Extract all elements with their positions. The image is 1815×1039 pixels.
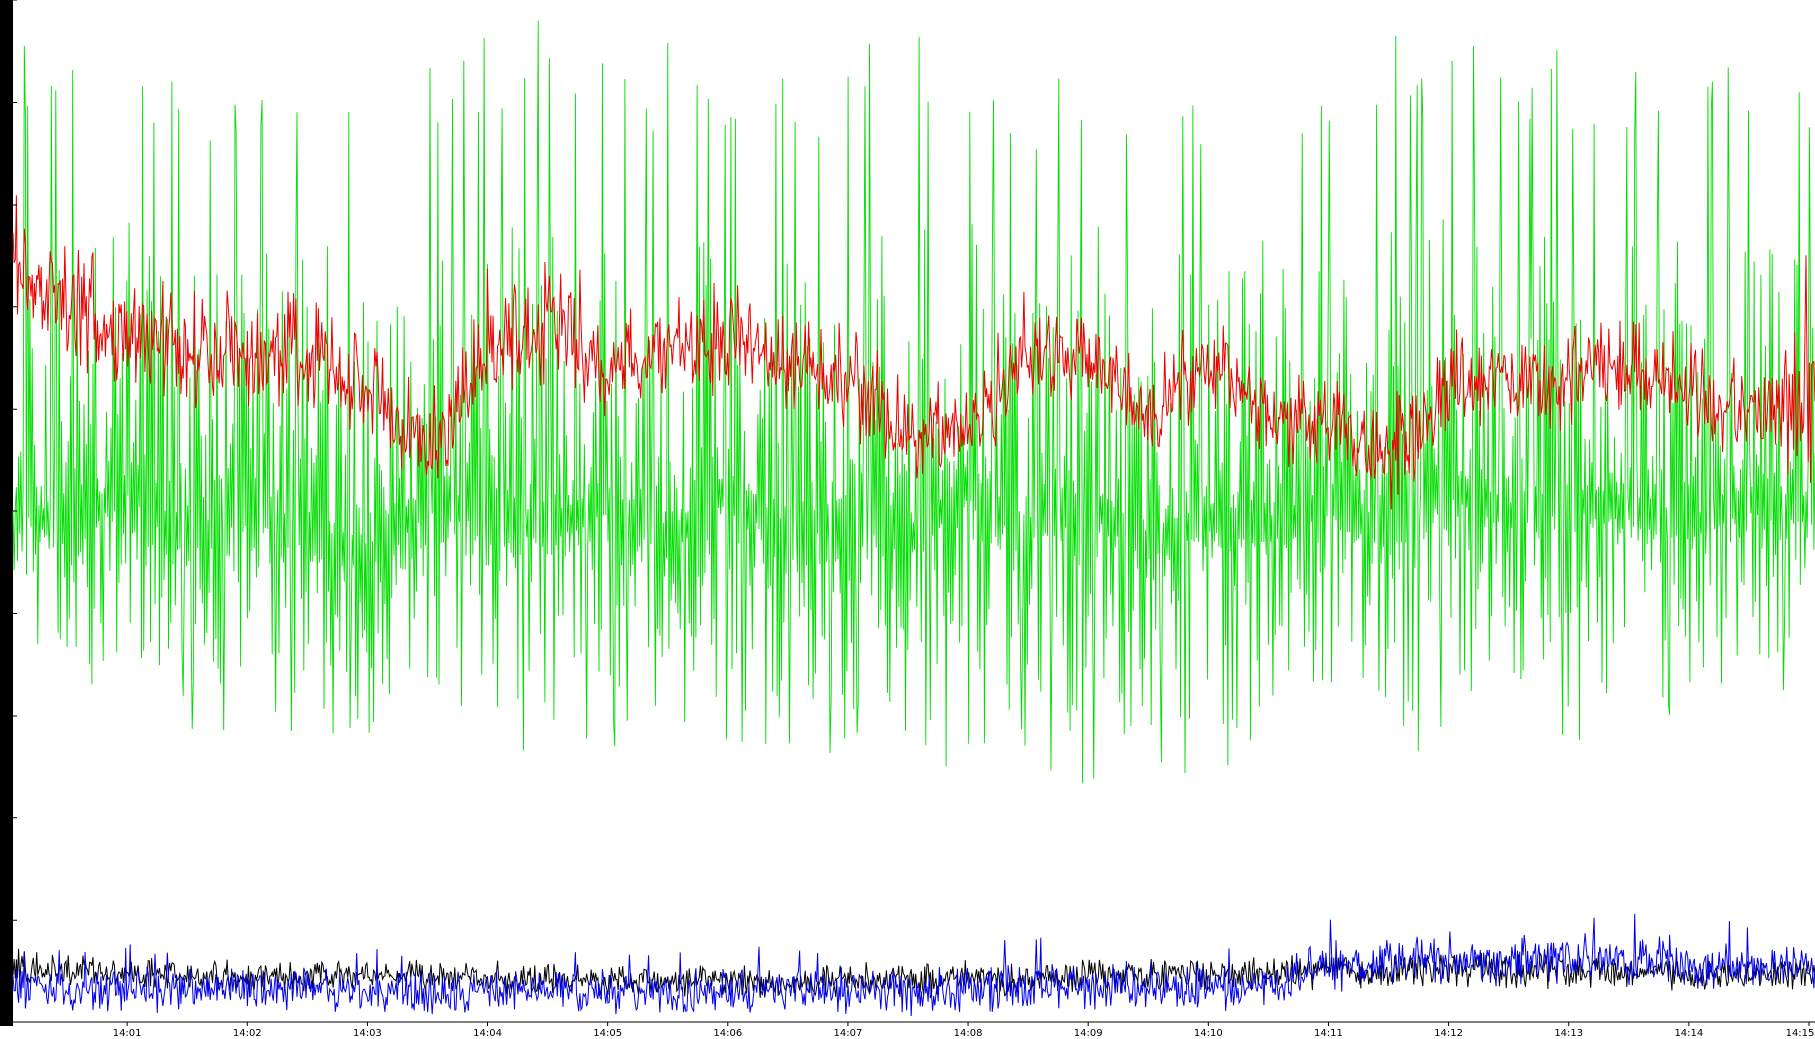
y-tick-label: 1376 bbox=[2, 1, 13, 26]
y-tick-label: 963 bbox=[2, 297, 13, 316]
y-tick-label: 550 bbox=[2, 604, 13, 623]
x-tick-label: 14:06 bbox=[713, 1028, 742, 1039]
y-tick-label: 137 bbox=[2, 911, 13, 930]
x-tick-label: 14:04 bbox=[473, 1028, 502, 1039]
x-tick-label: 14:10 bbox=[1194, 1028, 1223, 1039]
x-tick-label: 14:09 bbox=[1074, 1028, 1103, 1039]
x-tick-label: 14:08 bbox=[954, 1028, 983, 1039]
time-series-chart: 0 137 275 412 550 688 825 963 1100 1238 1376 14:01… bbox=[0, 0, 1815, 1039]
chart-canvas: 0 137 275 412 550 688 825 963 1100 1238 1376 14:01… bbox=[0, 0, 1815, 1039]
x-axis-ticks: 14:01 14:02 14:03 14:04 14:05 14:06 14:07 14:08… bbox=[113, 1022, 1815, 1039]
y-tick-label: 1238 bbox=[2, 90, 13, 115]
x-tick-label: 14:13 bbox=[1554, 1028, 1583, 1039]
y-tick-label: 275 bbox=[2, 808, 13, 827]
x-tick-label: 14:14 bbox=[1674, 1028, 1703, 1039]
y-tick-label: 412 bbox=[2, 706, 13, 725]
y-tick-label: 688 bbox=[2, 501, 13, 520]
y-tick-label: 0 bbox=[2, 1015, 13, 1021]
series-line-0 bbox=[12, 20, 1815, 784]
x-tick-label: 14:03 bbox=[353, 1028, 382, 1039]
x-tick-label: 14:07 bbox=[834, 1028, 863, 1039]
series-layer bbox=[12, 20, 1815, 1017]
x-tick-label: 14:01 bbox=[113, 1028, 142, 1039]
y-tick-label: 825 bbox=[2, 400, 13, 419]
x-tick-label: 14:02 bbox=[233, 1028, 262, 1039]
x-tick-label: 14:11 bbox=[1314, 1028, 1343, 1039]
x-tick-label: 14:05 bbox=[593, 1028, 622, 1039]
x-tick-label: 14:15 bbox=[1786, 1028, 1815, 1039]
y-tick-label: 1100 bbox=[2, 192, 13, 217]
x-tick-label: 14:12 bbox=[1434, 1028, 1463, 1039]
